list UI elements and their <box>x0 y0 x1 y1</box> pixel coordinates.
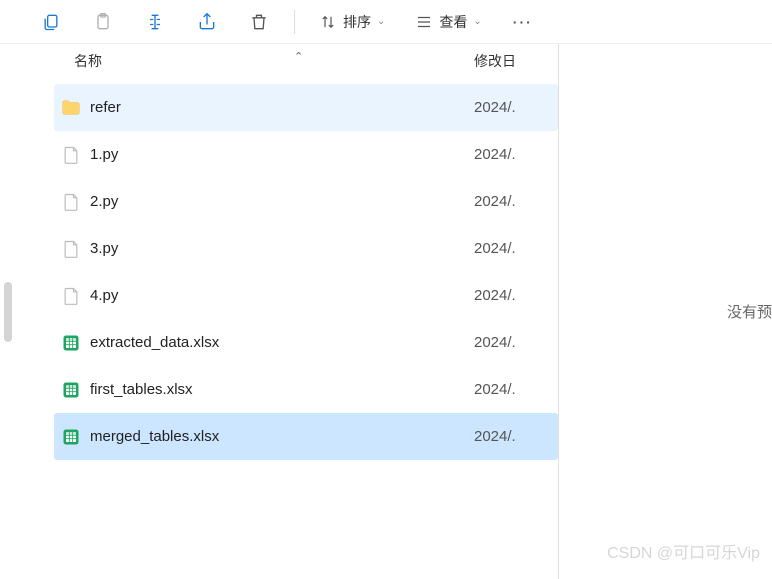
column-headers: 名称 ⌃ 修改日 <box>54 44 558 78</box>
file-name: refer <box>84 99 464 116</box>
share-icon[interactable] <box>196 11 218 33</box>
file-date: 2024/. <box>464 287 558 304</box>
chevron-down-icon: ⌄ <box>377 16 385 27</box>
file-name: 2.py <box>84 193 464 210</box>
spreadsheet-icon <box>58 330 84 356</box>
spreadsheet-icon <box>58 377 84 403</box>
file-name: extracted_data.xlsx <box>84 334 464 351</box>
file-date: 2024/. <box>464 193 558 210</box>
file-row[interactable]: first_tables.xlsx2024/. <box>54 366 558 413</box>
paste-icon[interactable] <box>92 11 114 33</box>
file-icon <box>58 283 84 309</box>
more-icon[interactable]: ··· <box>512 11 534 33</box>
file-date: 2024/. <box>464 428 558 445</box>
file-date: 2024/. <box>464 146 558 163</box>
file-icon <box>58 189 84 215</box>
sort-caret-icon: ⌃ <box>294 50 303 63</box>
toolbar-separator <box>294 10 295 34</box>
file-date: 2024/. <box>464 381 558 398</box>
file-list-pane: 名称 ⌃ 修改日 refer2024/.1.py2024/.2.py2024/.… <box>18 44 558 579</box>
file-date: 2024/. <box>464 334 558 351</box>
view-button[interactable]: 查看 ⌄ <box>415 12 481 32</box>
file-row[interactable]: merged_tables.xlsx2024/. <box>54 413 558 460</box>
file-row[interactable]: extracted_data.xlsx2024/. <box>54 319 558 366</box>
main-area: 名称 ⌃ 修改日 refer2024/.1.py2024/.2.py2024/.… <box>0 44 772 579</box>
folder-icon <box>58 95 84 121</box>
file-row[interactable]: 2.py2024/. <box>54 178 558 225</box>
chevron-down-icon: ⌄ <box>473 16 481 27</box>
file-name: 4.py <box>84 287 464 304</box>
sort-label: 排序 <box>343 12 371 32</box>
rename-icon[interactable] <box>144 11 166 33</box>
sort-button[interactable]: 排序 ⌄ <box>319 12 385 32</box>
file-icon <box>58 236 84 262</box>
file-date: 2024/. <box>464 240 558 257</box>
left-scroll-gutter <box>0 44 18 579</box>
view-label: 查看 <box>439 12 467 32</box>
delete-icon[interactable] <box>248 11 270 33</box>
scrollbar-thumb[interactable] <box>4 282 12 342</box>
preview-empty-text: 没有预 <box>727 301 772 322</box>
file-row[interactable]: 3.py2024/. <box>54 225 558 272</box>
preview-pane: 没有预 <box>558 44 772 579</box>
file-row[interactable]: refer2024/. <box>54 84 558 131</box>
spreadsheet-icon <box>58 424 84 450</box>
file-name: 3.py <box>84 240 464 257</box>
file-name: merged_tables.xlsx <box>84 428 464 445</box>
column-name-header[interactable]: 名称 <box>54 51 464 71</box>
file-row[interactable]: 1.py2024/. <box>54 131 558 178</box>
file-date: 2024/. <box>464 99 558 116</box>
file-name: 1.py <box>84 146 464 163</box>
toolbar: 排序 ⌄ 查看 ⌄ ··· <box>0 0 772 44</box>
copy-icon[interactable] <box>40 11 62 33</box>
file-name: first_tables.xlsx <box>84 381 464 398</box>
file-list: refer2024/.1.py2024/.2.py2024/.3.py2024/… <box>54 78 558 460</box>
file-icon <box>58 142 84 168</box>
file-row[interactable]: 4.py2024/. <box>54 272 558 319</box>
column-date-header[interactable]: 修改日 <box>464 51 558 71</box>
